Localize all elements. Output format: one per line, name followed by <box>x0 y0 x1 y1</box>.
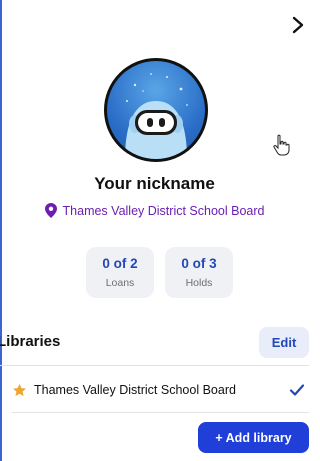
chevron-right-icon <box>292 16 304 34</box>
libraries-heading: Libraries <box>0 333 61 350</box>
home-library: Thames Valley District School Board <box>0 203 309 218</box>
robot-avatar-icon <box>125 73 188 159</box>
library-list-item[interactable]: Thames Valley District School Board <box>12 377 309 403</box>
hand-pointer-icon <box>273 134 290 156</box>
district-label: Thames Valley District School Board <box>62 203 265 218</box>
close-panel-button[interactable] <box>288 12 308 38</box>
location-pin-icon <box>44 203 57 218</box>
checkmark-icon <box>289 384 305 396</box>
section-divider <box>0 365 309 366</box>
avatar <box>104 58 208 162</box>
holds-count: 0 of 3 <box>181 256 217 271</box>
star-icon <box>13 383 26 396</box>
holds-label: Holds <box>185 277 213 289</box>
edit-libraries-button[interactable]: Edit <box>259 327 309 358</box>
library-name: Thames Valley District School Board <box>34 383 236 397</box>
loans-label: Loans <box>105 277 135 289</box>
holds-tile[interactable]: 0 of 3 Holds <box>165 247 233 298</box>
loans-tile[interactable]: 0 of 2 Loans <box>86 247 154 298</box>
loans-count: 0 of 2 <box>102 256 138 271</box>
nickname: Your nickname <box>94 174 215 193</box>
list-divider <box>12 412 309 413</box>
add-library-button[interactable]: + Add library <box>198 422 309 453</box>
panel-left-border <box>0 0 2 461</box>
